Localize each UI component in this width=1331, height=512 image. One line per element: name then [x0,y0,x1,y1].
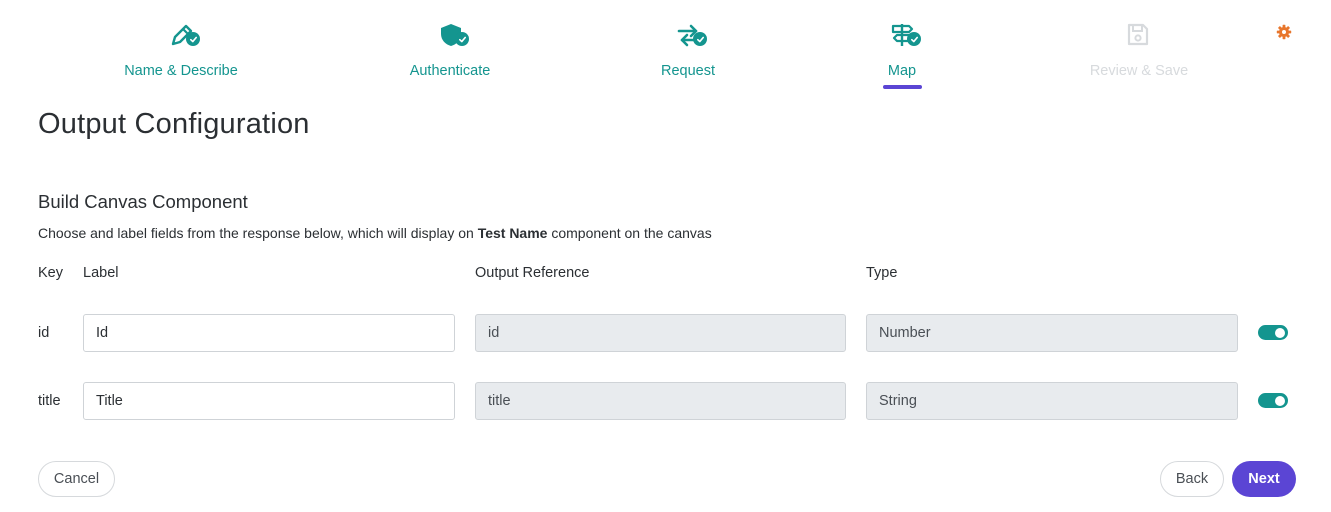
field-enabled-toggle[interactable] [1258,393,1288,408]
step-label: Authenticate [409,63,491,79]
check-icon [693,32,707,46]
column-header-label: Label [83,265,119,281]
step-label: Name & Describe [124,63,238,79]
section-title: Build Canvas Component [38,191,248,212]
column-header-output-reference: Output Reference [475,265,590,281]
step-request[interactable]: Request [628,20,748,79]
step-name-describe[interactable]: Name & Describe [121,20,241,79]
row-key: title [38,393,61,409]
section-description: Choose and label fields from the respons… [38,225,712,241]
type-field: String [866,382,1238,420]
step-icon-wrap [430,20,470,54]
type-field: Number [866,314,1238,352]
check-icon [455,32,469,46]
column-header-type: Type [866,265,898,281]
component-name: Test Name [477,225,548,241]
cancel-button[interactable]: Cancel [38,461,115,497]
label-input[interactable] [83,382,455,420]
wizard-stepper: Name & Describe Authenticate Request Map… [0,0,1331,100]
step-map[interactable]: Map [862,20,942,89]
row-key: id [38,325,50,341]
check-icon [907,32,921,46]
save-icon [1127,23,1149,46]
toggle-knob [1275,327,1285,338]
back-button[interactable]: Back [1160,461,1224,497]
step-icon-wrap [161,20,201,54]
gear-icon[interactable] [1276,24,1292,40]
output-reference-field: id [475,314,846,352]
field-enabled-toggle[interactable] [1258,325,1288,340]
label-input[interactable] [83,314,455,352]
active-step-indicator [882,85,922,89]
step-icon-wrap [668,20,708,54]
step-label: Map [887,63,917,79]
step-review-save: Review & Save [1079,20,1199,79]
step-icon-wrap [882,20,922,54]
step-label: Review & Save [1089,63,1189,79]
toggle-knob [1275,395,1285,406]
column-header-key: Key [38,265,63,281]
step-label: Request [660,63,715,79]
page-title: Output Configuration [38,108,310,140]
next-button[interactable]: Next [1232,461,1296,497]
step-authenticate[interactable]: Authenticate [390,20,510,79]
output-reference-field: title [475,382,846,420]
check-icon [186,32,200,46]
step-icon-wrap [1119,20,1159,54]
